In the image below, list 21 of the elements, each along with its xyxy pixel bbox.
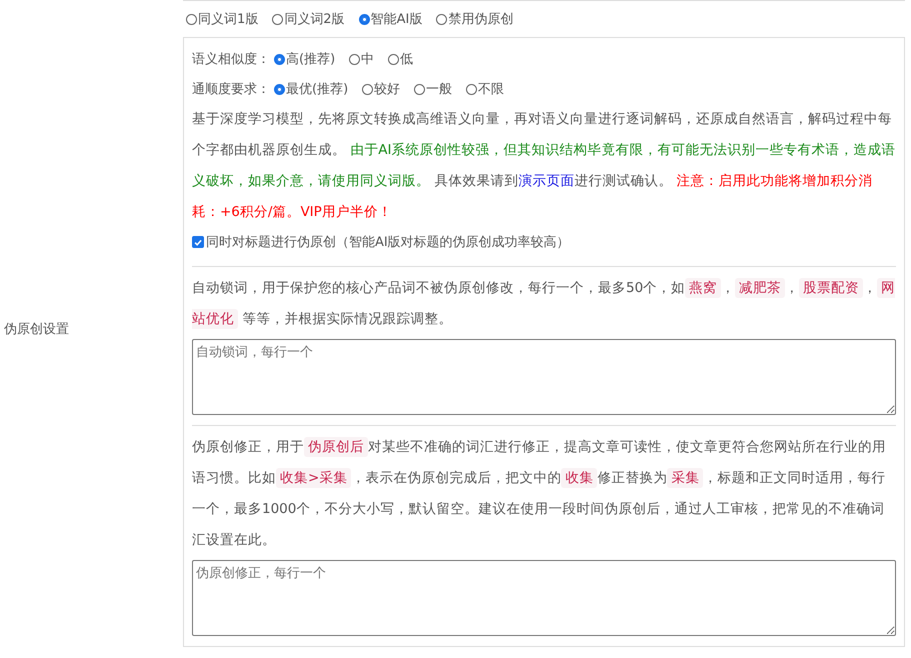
title-checkbox[interactable]: 同时对标题进行伪原创（智能AI版对标题的伪原创成功率较高）: [192, 228, 896, 256]
corrections-field[interactable]: 伪原创修正，每行一个: [192, 560, 896, 636]
help-text: 伪原创修正，用于 伪原创后 对某些不准确的词汇进行修正，提高文章可读性，使文章更符合您网站所在行业的用语习惯。比如 收集>采集 ，表示在伪原创完成后，把文中的 收集 修正替换为 采集 ，标题和正文同时适用，每行一个，最多1000个，不分大小写，默认留空。建议在使用一段时间伪原创后，通过人工审核，把常见的不准确词汇设置在此。: [192, 436, 887, 550]
mode-radio[interactable]: 智能AI版: [358, 10, 422, 28]
lock-words-field[interactable]: 自动锁词，每行一个: [192, 339, 896, 415]
mode-radio[interactable]: 禁用伪原创: [436, 10, 514, 28]
field-label: 语义相似度：: [192, 51, 270, 68]
fluency-radio[interactable]: 不限: [466, 80, 504, 98]
similarity-radio[interactable]: 高(推荐): [274, 50, 336, 68]
field-label: 通顺度要求：: [192, 81, 270, 98]
fluency-radio[interactable]: 较好: [362, 80, 400, 98]
demo-link[interactable]: 演示页面: [518, 173, 574, 189]
fluency-radio[interactable]: 最优(推荐): [274, 80, 348, 98]
description-text: 基于深度学习模型，先将原文转换成高维语义向量，再对语义向量进行逐词解码，还原成自然语言，解码过程中每个字都由机器原创生成。 由于AI系统原创性较强，但其知识结构毕竟有限，有可能无法识别一些专有术语，造成语义破坏，如果介意，请使用同义词版。 具体效果请到演示页面进行测试确认。 注意：启用此功能将增加积分消耗：+6积分/篇。VIP用户半价！: [192, 110, 896, 222]
help-text: 自动锁词，用于保护您的核心产品词不被伪原创修改，每行一个，最多50个，如 燕窝 ， 减肥茶 ， 股票配资 ， 网站优化 等等，并根据实际情况跟踪调整。: [192, 277, 896, 331]
mode-radio[interactable]: 同义词2版: [272, 10, 345, 28]
similarity-radio[interactable]: 低: [388, 50, 414, 68]
fluency-radio[interactable]: 一般: [414, 80, 452, 98]
row-label: 伪原创设置: [4, 321, 69, 338]
mode-radio[interactable]: 同义词1版: [186, 10, 258, 28]
similarity-radio[interactable]: 中: [349, 50, 374, 68]
